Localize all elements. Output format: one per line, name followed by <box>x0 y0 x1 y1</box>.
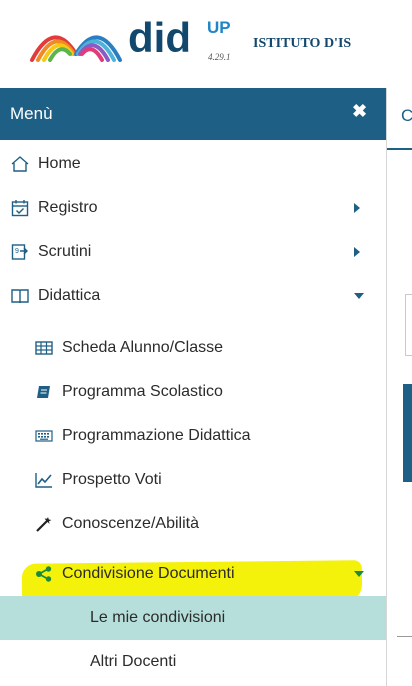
chevron-down-icon <box>354 571 364 577</box>
scrutini-icon: 9 <box>10 242 30 262</box>
chevron-right-icon <box>354 203 360 213</box>
app-header: did UP 4.29.1 ISTITUTO D'IS <box>0 0 412 80</box>
keyboard-icon <box>34 426 54 446</box>
sidebar-item-label: Home <box>38 155 81 172</box>
sidebar-item-label: Conoscenze/Abilità <box>62 515 199 532</box>
sidebar-item-programmazione-didattica[interactable]: Programmazione Didattica <box>0 416 386 456</box>
sidebar-item-prospetto-voti[interactable]: Prospetto Voti <box>0 460 386 500</box>
chevron-down-icon <box>354 293 364 299</box>
home-icon <box>10 154 30 174</box>
sidebar-item-label: Prospetto Voti <box>62 471 162 488</box>
sidebar-item-label: Scheda Alunno/Classe <box>62 339 223 356</box>
main-tab-fragment[interactable]: C <box>401 106 412 126</box>
sidebar-item-registro[interactable]: Registro <box>0 188 386 228</box>
tab-underline <box>387 148 412 150</box>
sidebar-item-programma-scolastico[interactable]: Programma Scolastico <box>0 372 386 412</box>
chevron-right-icon <box>354 247 360 257</box>
sidebar-item-scheda-alunno[interactable]: Scheda Alunno/Classe <box>0 328 386 368</box>
menu-header: Menù ✖ <box>0 88 386 140</box>
sidebar-item-conoscenze-abilita[interactable]: Conoscenze/Abilità <box>0 504 386 544</box>
brand-name: did <box>128 14 191 61</box>
app-version: 4.29.1 <box>208 52 231 62</box>
svg-text:9: 9 <box>15 248 19 255</box>
sidebar-item-label: Didattica <box>38 287 101 304</box>
share-icon <box>34 564 54 584</box>
sidebar-item-home[interactable]: Home <box>0 144 386 184</box>
chart-icon <box>34 470 54 490</box>
magic-icon <box>34 514 54 534</box>
brand-sup: UP <box>207 18 231 37</box>
sidebar-item-condivisione-documenti[interactable]: Condivisione Documenti <box>0 554 386 594</box>
sidebar-item-scrutini[interactable]: 9 Scrutini <box>0 232 386 272</box>
menu-title: Menù <box>10 104 53 123</box>
notebook-icon <box>34 382 54 402</box>
school-name: ISTITUTO D'IS <box>253 36 352 51</box>
table-icon <box>34 338 54 358</box>
sidebar-item-didattica[interactable]: Didattica <box>0 276 386 316</box>
sidebar-item-label: Programma Scolastico <box>62 383 223 400</box>
sidebar-menu: Menù ✖ Home Registro 9 Scrutini Didattic… <box>0 88 386 686</box>
sidebar-item-label: Programmazione Didattica <box>62 427 251 444</box>
main-content-fragment: C <box>386 88 412 686</box>
panel-fragment <box>403 384 412 482</box>
sidebar-item-label: Registro <box>38 199 98 216</box>
input-box-fragment[interactable] <box>405 294 412 356</box>
close-menu-icon[interactable]: ✖ <box>352 101 367 122</box>
sidebar-item-label: Scrutini <box>38 243 92 260</box>
sidebar-item-label: Altri Docenti <box>90 653 177 670</box>
sidebar-item-label: Le mie condivisioni <box>90 609 226 626</box>
book-icon <box>10 286 30 306</box>
didup-logo-icon <box>30 35 122 62</box>
divider <box>397 636 412 637</box>
calendar-icon <box>10 198 30 218</box>
sidebar-subitem-le-mie-condivisioni[interactable]: Le mie condivisioni <box>0 596 386 640</box>
sidebar-subitem-altri-docenti[interactable]: Altri Docenti <box>0 642 386 682</box>
sidebar-item-label: Condivisione Documenti <box>62 565 235 582</box>
